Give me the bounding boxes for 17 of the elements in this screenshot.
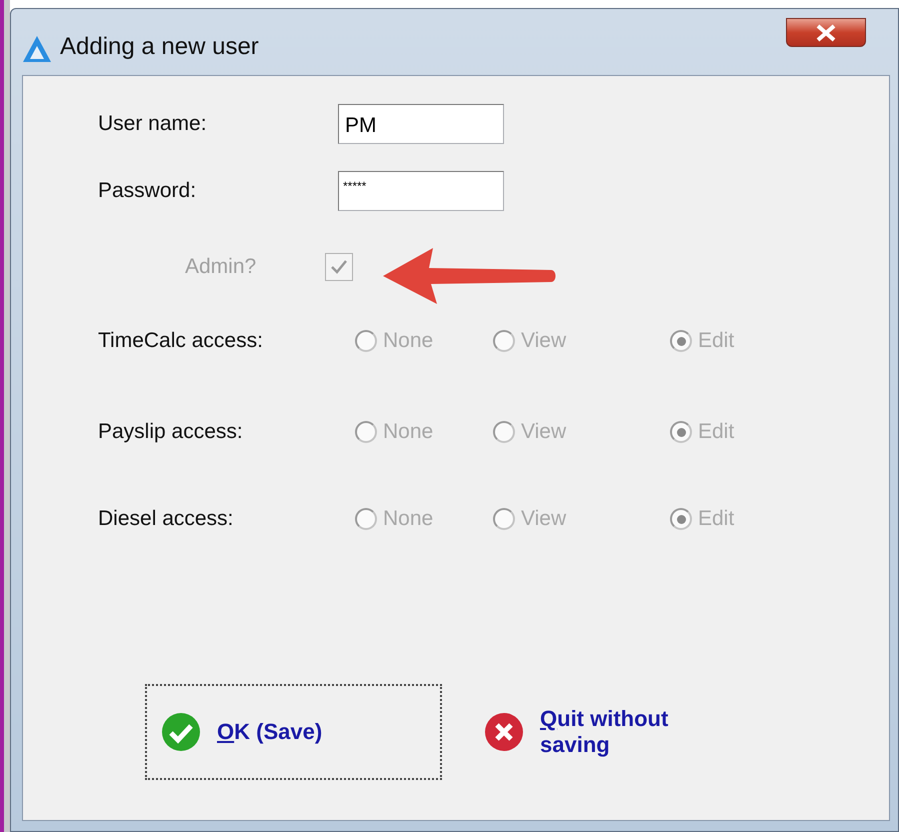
check-icon: [161, 712, 201, 752]
check-icon: [330, 259, 348, 275]
close-icon: [484, 712, 524, 752]
app-logo-icon: [22, 35, 52, 63]
close-icon: [815, 24, 837, 42]
password-field[interactable]: *****: [338, 171, 504, 211]
quit-button[interactable]: Quit without saving: [470, 706, 700, 758]
username-field[interactable]: PM: [338, 104, 504, 144]
save-button[interactable]: OK (Save): [145, 684, 442, 780]
field-label: User name:: [98, 112, 208, 136]
access-label: Diesel access:: [98, 507, 234, 531]
access-label: TimeCalc access:: [98, 329, 264, 353]
field-label: Password:: [98, 179, 198, 203]
close-button[interactable]: [786, 18, 866, 47]
window-title: Adding a new user: [60, 33, 259, 61]
admin-label: Admin?: [185, 255, 258, 279]
access-label: Payslip access:: [98, 420, 244, 444]
